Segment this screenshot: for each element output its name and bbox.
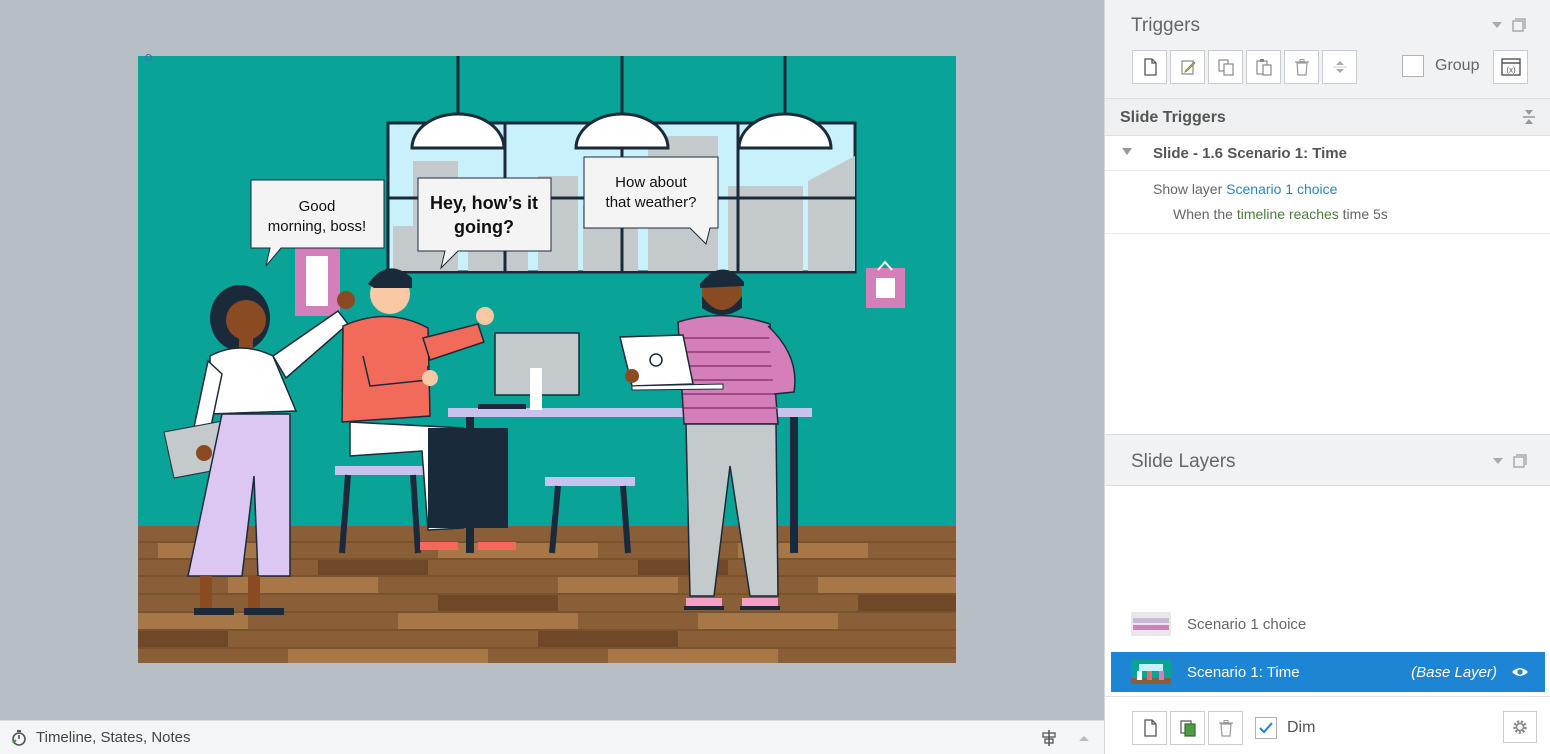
delete-trigger-button[interactable] — [1284, 50, 1319, 84]
trigger-group-label: Slide - 1.6 Scenario 1: Time — [1153, 145, 1347, 162]
layer-thumbnail — [1131, 612, 1171, 636]
new-layer-button[interactable] — [1132, 711, 1167, 745]
trash-icon — [1294, 59, 1309, 76]
trigger-condition-line: When the timeline reaches time 5s — [1173, 206, 1388, 222]
trigger-target-link[interactable]: Scenario 1 choice — [1226, 181, 1337, 197]
chevron-up-icon[interactable] — [1078, 734, 1090, 742]
svg-text:(x): (x) — [1506, 66, 1516, 75]
slide-triggers-label: Slide Triggers — [1120, 109, 1226, 126]
duplicate-icon — [1179, 720, 1196, 737]
bubble-right-line1: How about — [615, 174, 688, 191]
timeline-icon[interactable] — [10, 729, 28, 747]
copy-trigger-button[interactable] — [1208, 50, 1243, 84]
triggers-title: Triggers — [1131, 15, 1200, 36]
slide-canvas[interactable]: Good morning, boss! Hey, how’s it going?… — [138, 56, 956, 663]
selection-handle[interactable] — [145, 54, 152, 61]
new-trigger-button[interactable] — [1132, 50, 1167, 84]
layer-thumbnail — [1131, 660, 1171, 684]
trigger-condition-prefix: When the — [1173, 206, 1233, 222]
bottom-panel-bar: Timeline, States, Notes — [0, 720, 1104, 754]
layer-properties-button[interactable] — [1503, 711, 1537, 743]
bubble-middle-line1: Hey, how’s it — [430, 193, 538, 213]
eye-icon[interactable] — [1511, 665, 1529, 679]
layer-row-scenario-1-time[interactable]: Scenario 1: Time (Base Layer) — [1111, 652, 1545, 692]
panel-float-icon[interactable] — [1512, 18, 1526, 32]
duplicate-layer-button[interactable] — [1170, 711, 1205, 745]
gear-icon — [1513, 720, 1527, 734]
layers-menu-chevron-icon[interactable] — [1493, 457, 1503, 465]
paste-icon — [1255, 59, 1272, 76]
delete-layer-button[interactable] — [1208, 711, 1243, 745]
trash-icon — [1218, 720, 1233, 737]
trigger-action: Show layer — [1153, 181, 1223, 197]
base-layer-tag: (Base Layer) — [1411, 663, 1497, 681]
checkmark-icon — [1259, 722, 1273, 734]
copy-icon — [1217, 59, 1234, 76]
paste-trigger-button[interactable] — [1246, 50, 1281, 84]
triggers-toolbar — [1132, 50, 1360, 84]
trigger-action-line: Show layer Scenario 1 choice — [1153, 181, 1337, 197]
layer-name: Scenario 1: Time — [1187, 663, 1300, 681]
align-center-icon[interactable] — [1040, 729, 1058, 747]
edit-icon — [1180, 60, 1196, 75]
trigger-condition-event-link[interactable]: reaches — [1289, 206, 1339, 222]
collapse-section-icon[interactable] — [1522, 109, 1536, 125]
bubble-right-line2: that weather? — [606, 194, 697, 211]
timeline-states-notes-label[interactable]: Timeline, States, Notes — [36, 729, 191, 746]
bubble-left-line2: morning, boss! — [268, 218, 366, 235]
slide-triggers-section[interactable]: Slide Triggers — [1105, 99, 1550, 136]
layer-name: Scenario 1 choice — [1187, 615, 1307, 633]
layers-toolbar: Dim — [1105, 696, 1550, 754]
bubble-left-line1: Good — [299, 198, 336, 215]
trigger-item[interactable]: Show layer Scenario 1 choice When the ti… — [1105, 171, 1550, 234]
trigger-condition-object-link[interactable]: timeline — [1237, 206, 1285, 222]
dim-checkbox[interactable] — [1255, 717, 1277, 739]
trigger-group-row[interactable]: Slide - 1.6 Scenario 1: Time — [1105, 136, 1550, 171]
layers-float-icon[interactable] — [1513, 454, 1527, 468]
group-label: Group — [1435, 57, 1480, 74]
bubble-middle-line2: going? — [454, 217, 514, 237]
expand-caret-icon[interactable] — [1122, 148, 1132, 155]
slide-layers-title: Slide Layers — [1131, 451, 1236, 472]
group-option[interactable]: Group — [1402, 55, 1479, 77]
edit-trigger-button[interactable] — [1170, 50, 1205, 84]
move-up-down-icon — [1332, 61, 1347, 73]
reorder-trigger-button[interactable] — [1322, 50, 1357, 84]
slide-stage: Good morning, boss! Hey, how’s it going?… — [0, 0, 1104, 720]
office-illustration: Good morning, boss! Hey, how’s it going?… — [138, 56, 956, 663]
triggers-panel-header: Triggers Group (x) — [1105, 0, 1550, 99]
group-checkbox[interactable] — [1402, 55, 1424, 77]
variables-button[interactable]: (x) — [1493, 50, 1528, 84]
variables-icon: (x) — [1500, 58, 1521, 76]
right-panel: Triggers Group (x) Slide Triggers Slide … — [1104, 0, 1550, 754]
trigger-condition-suffix: time 5s — [1342, 206, 1388, 222]
dim-label: Dim — [1287, 719, 1316, 736]
layer-row-scenario-1-choice[interactable]: Scenario 1 choice — [1111, 604, 1545, 644]
new-document-icon — [1143, 719, 1157, 737]
dim-option[interactable]: Dim — [1255, 717, 1315, 739]
slide-layers-header: Slide Layers — [1105, 434, 1550, 486]
new-document-icon — [1143, 58, 1157, 76]
panel-menu-chevron-icon[interactable] — [1492, 21, 1502, 29]
